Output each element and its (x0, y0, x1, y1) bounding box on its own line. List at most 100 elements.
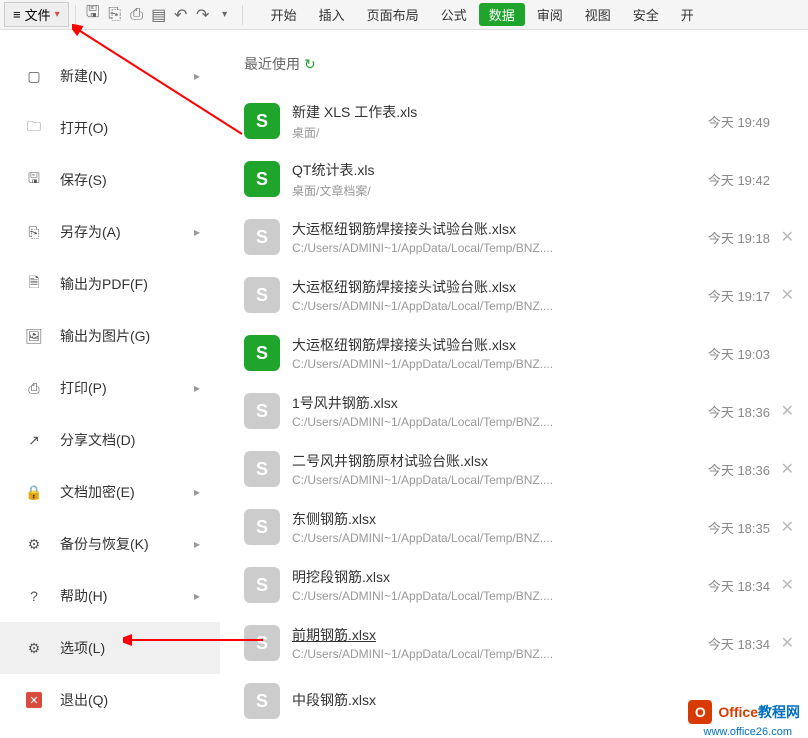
spreadsheet-icon: S (244, 219, 280, 255)
recent-file-row[interactable]: S大运枢纽钢筋焊接接头试验台账.xlsxC:/Users/ADMINI~1/Ap… (244, 266, 800, 324)
remove-icon[interactable]: ✕ (781, 575, 794, 595)
file-info: QT统计表.xls桌面/文章档案/ (292, 160, 698, 199)
sidebar-item[interactable]: ? 帮助(H) ▸ (0, 570, 220, 622)
sidebar-item[interactable]: ▢新建(N)▸ (0, 50, 220, 102)
sidebar-item-label: 输出为PDF(F) (60, 274, 148, 294)
file-info: 二号风井钢筋原材试验台账.xlsxC:/Users/ADMINI~1/AppDa… (292, 451, 698, 487)
ribbon-tab[interactable]: 数据 (479, 3, 525, 26)
file-path: C:/Users/ADMINI~1/AppData/Local/Temp/BNZ… (292, 415, 698, 429)
sidebar-item[interactable]: ↗ 分享文档(D) (0, 414, 220, 466)
save-as-icon[interactable]: ⎘ (107, 7, 123, 23)
sidebar-item[interactable]: ⎘另存为(A)▸ (0, 206, 220, 258)
save-icon[interactable]: 🖫 (85, 7, 101, 23)
refresh-icon[interactable]: ↻ (304, 56, 316, 73)
remove-icon[interactable]: ✕ (781, 459, 794, 479)
undo-icon[interactable]: ↶ (173, 7, 189, 23)
sidebar-item[interactable]: 🖫保存(S) (0, 154, 220, 206)
sidebar-item-label: 备份与恢复(K) (60, 534, 149, 554)
file-info: 新建 XLS 工作表.xls 桌面/ (292, 102, 698, 141)
file-info: 大运枢纽钢筋焊接接头试验台账.xlsxC:/Users/ADMINI~1/App… (292, 335, 698, 371)
file-info: 1号风井钢筋.xlsx C:/Users/ADMINI~1/AppData/Loc… (292, 393, 698, 429)
print-preview-icon[interactable]: ▤ (151, 7, 167, 23)
exit-icon: ✕ (24, 690, 44, 710)
chevron-right-icon: ▸ (194, 589, 200, 603)
ribbon-tab[interactable]: 页面布局 (357, 2, 429, 27)
recent-file-row[interactable]: S中段钢筋.xlsx (244, 672, 800, 728)
sidebar-item-label: 打印(P) (60, 378, 107, 398)
file-menu-button[interactable]: ≡ 文件 ▾ (4, 2, 69, 27)
sidebar-item[interactable]: 🖼输出为图片(G) (0, 310, 220, 362)
file-info: 明挖段钢筋.xlsxC:/Users/ADMINI~1/AppData/Loca… (292, 567, 698, 603)
remove-icon[interactable]: ✕ (781, 517, 794, 537)
sidebar-item[interactable]: 🔒文档加密(E)▸ (0, 466, 220, 518)
chevron-right-icon: ▸ (194, 537, 200, 551)
sidebar-item[interactable]: ✕退出(Q) (0, 674, 220, 726)
save-icon: 🖫 (24, 170, 44, 190)
share-icon: ↗ (24, 430, 44, 450)
sidebar-item-label: 分享文档(D) (60, 430, 135, 450)
recent-file-row[interactable]: S东侧钢筋.xlsxC:/Users/ADMINI~1/AppData/Loca… (244, 498, 800, 556)
file-name: 新建 XLS 工作表.xls (292, 102, 698, 122)
file-menu-label: 文件 (25, 5, 51, 24)
file-info: 大运枢纽钢筋焊接接头试验台账.xlsxC:/Users/ADMINI~1/App… (292, 219, 698, 255)
backup-icon: ⚙ (24, 534, 44, 554)
recent-file-row[interactable]: S1号风井钢筋.xlsxC:/Users/ADMINI~1/AppData/Lo… (244, 382, 800, 440)
toolbar-separator (75, 5, 76, 25)
new-file-icon: ▢ (24, 66, 44, 86)
file-time: 今天 18:34 (708, 634, 770, 653)
ribbon-tab[interactable]: 安全 (623, 2, 669, 27)
ribbon-tab[interactable]: 审阅 (527, 2, 573, 27)
hamburger-icon: ≡ (13, 7, 21, 22)
recent-file-row[interactable]: SQT统计表.xls桌面/文章档案/今天 19:42 (244, 150, 800, 208)
ribbon-tab[interactable]: 开 (671, 2, 704, 27)
recent-file-row[interactable]: S明挖段钢筋.xlsxC:/Users/ADMINI~1/AppData/Loc… (244, 556, 800, 614)
sidebar-item-label: 另存为(A) (60, 222, 121, 242)
sidebar-item[interactable]: 🗎 输出为PDF(F) (0, 258, 220, 310)
ribbon-tab[interactable]: 开始 (261, 2, 307, 27)
recent-file-row[interactable]: S 大运枢纽钢筋焊接接头试验台账.xlsxC:/Users/ADMINI~1/Ap… (244, 208, 800, 266)
sidebar-item[interactable]: 🗀打开(O) (0, 102, 220, 154)
sidebar-item-label: 帮助(H) (60, 586, 107, 606)
redo-icon[interactable]: ↷ (195, 7, 211, 23)
encrypt-icon: 🔒 (24, 482, 44, 502)
file-path: C:/Users/ADMINI~1/AppData/Local/Temp/BNZ… (292, 299, 698, 313)
recent-file-row[interactable]: S新建 XLS 工作表.xls桌面/今天 19:49 (244, 92, 800, 150)
file-info: 中段钢筋.xlsx (292, 690, 760, 712)
spreadsheet-icon: S (244, 509, 280, 545)
remove-icon[interactable]: ✕ (781, 633, 794, 653)
sidebar-item[interactable]: ⚙选项(L) (0, 622, 220, 674)
file-path: 桌面/ (292, 124, 698, 141)
recent-file-row[interactable]: S前期钢筋.xlsxC:/Users/ADMINI~1/AppData/Loca… (244, 614, 800, 672)
file-info: 大运枢纽钢筋焊接接头试验台账.xlsx C:/Users/ADMINI~1/App… (292, 277, 698, 313)
file-name: 1号风井钢筋.xlsx (292, 393, 698, 413)
spreadsheet-icon: S (244, 103, 280, 139)
toolbar-separator (242, 5, 243, 25)
remove-icon[interactable]: ✕ (781, 285, 794, 305)
help-icon: ? (24, 586, 44, 606)
recent-file-row[interactable]: S 大运枢纽钢筋焊接接头试验台账.xlsxC:/Users/ADMINI~1/Ap… (244, 324, 800, 382)
dropdown-icon[interactable]: ▾ (217, 7, 233, 23)
sidebar-item[interactable]: ⎙打印(P)▸ (0, 362, 220, 414)
export-pdf-icon: 🗎 (24, 274, 44, 294)
file-name: 明挖段钢筋.xlsx (292, 567, 698, 587)
print-icon: ⎙ (24, 378, 44, 398)
spreadsheet-icon: S (244, 335, 280, 371)
file-name: 前期钢筋.xlsx (292, 625, 698, 645)
remove-icon[interactable]: ✕ (781, 401, 794, 421)
ribbon-tab[interactable]: 插入 (309, 2, 355, 27)
sidebar-item-label: 选项(L) (60, 638, 105, 658)
remove-icon[interactable]: ✕ (781, 227, 794, 247)
ribbon-tab[interactable]: 视图 (575, 2, 621, 27)
file-path: 桌面/文章档案/ (292, 182, 698, 199)
ribbon-tab[interactable]: 公式 (431, 2, 477, 27)
recent-file-row[interactable]: S二号风井钢筋原材试验台账.xlsxC:/Users/ADMINI~1/AppD… (244, 440, 800, 498)
file-path: C:/Users/ADMINI~1/AppData/Local/Temp/BNZ… (292, 531, 698, 545)
chevron-right-icon: ▸ (194, 69, 200, 83)
sidebar-item[interactable]: ⚙ 备份与恢复(K) ▸ (0, 518, 220, 570)
print-icon[interactable]: ⎙ (129, 7, 145, 23)
file-time: 今天 18:34 (708, 576, 770, 595)
file-name: 大运枢纽钢筋焊接接头试验台账.xlsx (292, 277, 698, 297)
recent-files-panel: 最近使用 ↻ S新建 XLS 工作表.xls桌面/今天 19:49SQT统计表.… (220, 30, 808, 728)
save-as-icon: ⎘ (24, 222, 44, 242)
file-time: 今天 18:35 (708, 518, 770, 537)
